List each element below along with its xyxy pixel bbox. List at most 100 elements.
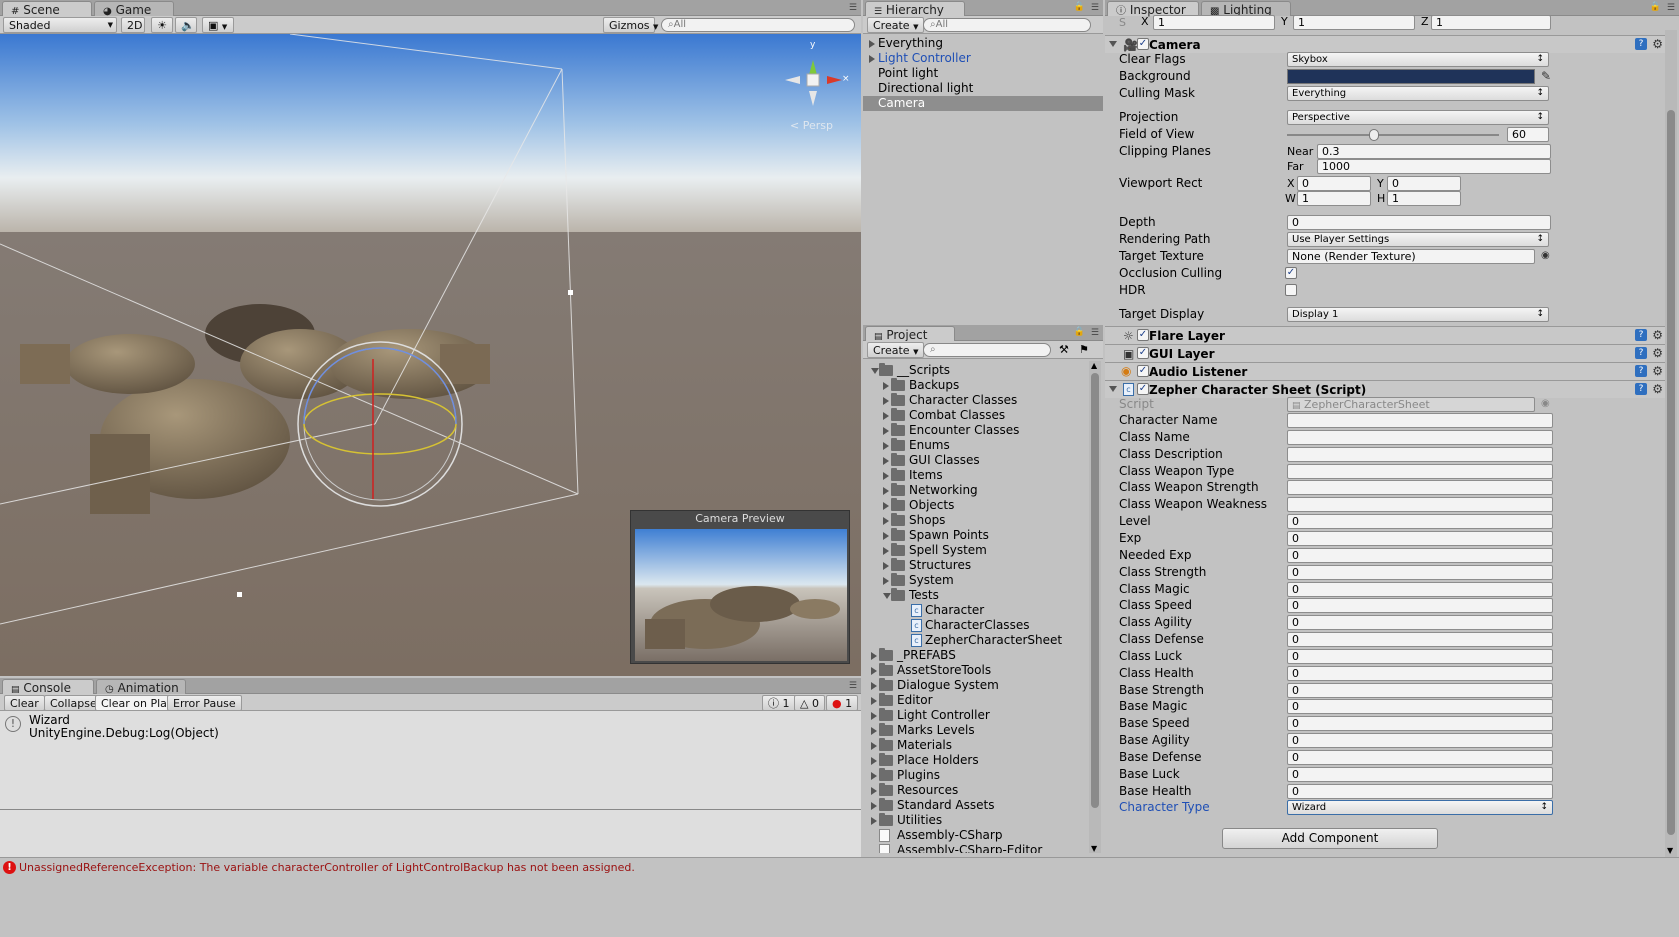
effects-image-icon[interactable]: ▣ ▼ bbox=[202, 17, 234, 33]
rendering-path-dropdown[interactable]: Use Player Settings bbox=[1287, 232, 1549, 247]
culling-mask-dropdown[interactable]: Everything bbox=[1287, 86, 1549, 101]
tab-project[interactable]: ▤ Project bbox=[865, 326, 955, 342]
project-item[interactable]: AssetStoreTools bbox=[863, 663, 1089, 678]
project-item[interactable]: Standard Assets bbox=[863, 798, 1089, 813]
project-item[interactable]: Spawn Points bbox=[863, 528, 1089, 543]
scroll-thumb[interactable] bbox=[1091, 373, 1099, 808]
viewport-w-field[interactable]: 1 bbox=[1297, 191, 1371, 206]
project-item[interactable]: GUI Classes bbox=[863, 453, 1089, 468]
script-field-input[interactable] bbox=[1287, 446, 1553, 462]
near-field[interactable]: 0.3 bbox=[1317, 144, 1551, 159]
character-type-dropdown[interactable]: Wizard bbox=[1287, 800, 1553, 815]
project-item[interactable]: Items bbox=[863, 468, 1089, 483]
fov-slider-handle[interactable] bbox=[1368, 129, 1379, 141]
target-display-dropdown[interactable]: Display 1 bbox=[1287, 307, 1549, 322]
lighting-toggle-icon[interactable]: ☀ bbox=[151, 17, 173, 33]
expand-arrow-icon[interactable] bbox=[871, 697, 877, 705]
tab-scene[interactable]: # Scene bbox=[2, 1, 92, 17]
depth-field[interactable]: 0 bbox=[1287, 215, 1551, 230]
expand-arrow-icon[interactable] bbox=[883, 532, 889, 540]
project-item[interactable]: Enums bbox=[863, 438, 1089, 453]
hierarchy-item[interactable]: Point light bbox=[863, 66, 1103, 81]
add-component-button[interactable]: Add Component bbox=[1222, 828, 1438, 849]
expand-arrow-icon[interactable] bbox=[871, 712, 877, 720]
expand-arrow-icon[interactable] bbox=[883, 502, 889, 510]
project-item[interactable]: System bbox=[863, 573, 1089, 588]
expand-arrow-icon[interactable] bbox=[883, 562, 889, 570]
tab-hierarchy[interactable]: ☰ Hierarchy bbox=[865, 1, 965, 17]
project-item[interactable]: Resources bbox=[863, 783, 1089, 798]
script-field-input[interactable]: 0 bbox=[1287, 598, 1553, 614]
scroll-down-icon[interactable]: ▼ bbox=[1667, 846, 1673, 855]
expand-arrow-icon[interactable] bbox=[871, 682, 877, 690]
project-item[interactable]: Objects bbox=[863, 498, 1089, 513]
project-search-input[interactable]: ⌕ bbox=[923, 343, 1051, 357]
flare-layer-header[interactable]: ☼ ✓ Flare Layer ? ⚙ bbox=[1105, 326, 1665, 344]
project-create-dropdown[interactable]: Create ▼ bbox=[867, 342, 925, 358]
project-item[interactable]: Dialogue System bbox=[863, 678, 1089, 693]
expand-arrow-icon[interactable] bbox=[883, 593, 891, 599]
tab-game[interactable]: ◕ Game bbox=[94, 1, 174, 17]
expand-arrow-icon[interactable] bbox=[869, 40, 875, 48]
audio-listener-header[interactable]: ◉ ✓ Audio Listener ? ⚙ bbox=[1105, 362, 1665, 380]
persp-label[interactable]: < Persp bbox=[790, 119, 833, 132]
flare-layer-checkbox[interactable]: ✓ bbox=[1137, 329, 1149, 341]
project-item[interactable]: Assembly-CSharp-Editor bbox=[863, 843, 1089, 853]
project-item[interactable]: Light Controller bbox=[863, 708, 1089, 723]
background-color-swatch[interactable] bbox=[1287, 69, 1535, 84]
error-pause-button[interactable]: Error Pause bbox=[167, 695, 242, 711]
project-item[interactable]: Structures bbox=[863, 558, 1089, 573]
lock-icon[interactable]: 🔒 bbox=[1650, 2, 1661, 12]
script-field-input[interactable]: 0 bbox=[1287, 530, 1553, 546]
shading-dropdown[interactable]: Shaded ▼ bbox=[3, 17, 117, 33]
scroll-up-icon[interactable]: ▲ bbox=[1091, 361, 1097, 370]
project-item[interactable]: Marks Levels bbox=[863, 723, 1089, 738]
project-scrollbar[interactable]: ▲ ▼ bbox=[1089, 361, 1101, 853]
project-item[interactable]: Character Classes bbox=[863, 393, 1089, 408]
hierarchy-item[interactable]: Directional light bbox=[863, 81, 1103, 96]
gear-icon[interactable]: ⚙ bbox=[1652, 365, 1663, 377]
script-field-input[interactable]: 0 bbox=[1287, 547, 1553, 563]
script-field-input[interactable]: 0 bbox=[1287, 682, 1553, 698]
expand-arrow-icon[interactable] bbox=[883, 442, 889, 450]
panel-menu-icon[interactable]: ☰ bbox=[1091, 3, 1099, 13]
far-field[interactable]: 1000 bbox=[1317, 159, 1551, 174]
project-item[interactable]: Tests bbox=[863, 588, 1089, 603]
tab-console[interactable]: ▤ Console bbox=[2, 679, 94, 695]
camera-enabled-checkbox[interactable]: ✓ bbox=[1137, 38, 1149, 50]
foldout-icon[interactable] bbox=[1109, 386, 1117, 392]
script-field-input[interactable] bbox=[1287, 480, 1553, 496]
hierarchy-item[interactable]: Camera bbox=[863, 96, 1103, 111]
panel-menu-icon[interactable]: ☰ bbox=[849, 681, 857, 691]
project-item[interactable]: c ZepherCharacterSheet bbox=[863, 633, 1089, 648]
panel-menu-icon[interactable]: ☰ bbox=[1091, 328, 1099, 338]
project-item[interactable]: Spell System bbox=[863, 543, 1089, 558]
camera-component-header[interactable]: 🎥 ✓ Camera ? ⚙ bbox=[1105, 35, 1665, 53]
tab-lighting[interactable]: ▩ Lighting bbox=[1201, 1, 1291, 17]
viewport-x-field[interactable]: 0 bbox=[1297, 176, 1371, 191]
object-picker-icon[interactable]: ◉ bbox=[1541, 250, 1550, 262]
projection-dropdown[interactable]: Perspective bbox=[1287, 110, 1549, 125]
project-item[interactable]: Networking bbox=[863, 483, 1089, 498]
hierarchy-search-input[interactable]: ⌕All bbox=[923, 18, 1091, 32]
filter-label-icon[interactable]: ⚑ bbox=[1079, 343, 1089, 356]
expand-arrow-icon[interactable] bbox=[871, 742, 877, 750]
clear-flags-dropdown[interactable]: Skybox bbox=[1287, 52, 1549, 67]
expand-arrow-icon[interactable] bbox=[883, 577, 889, 585]
expand-arrow-icon[interactable] bbox=[883, 382, 889, 390]
project-item[interactable]: c CharacterClasses bbox=[863, 618, 1089, 633]
tab-animation[interactable]: ◷ Animation bbox=[96, 679, 186, 695]
script-field-input[interactable]: 0 bbox=[1287, 648, 1553, 664]
gear-icon[interactable]: ⚙ bbox=[1652, 329, 1663, 341]
audio-listener-checkbox[interactable]: ✓ bbox=[1137, 365, 1149, 377]
target-texture-field[interactable]: None (Render Texture) bbox=[1287, 249, 1535, 264]
2d-toggle-button[interactable]: 2D bbox=[121, 17, 145, 33]
expand-arrow-icon[interactable] bbox=[883, 472, 889, 480]
scale-y-field[interactable]: 1 bbox=[1293, 15, 1415, 30]
project-item[interactable]: Utilities bbox=[863, 813, 1089, 828]
gui-layer-checkbox[interactable]: ✓ bbox=[1137, 347, 1149, 359]
help-icon[interactable]: ? bbox=[1635, 365, 1647, 377]
help-icon[interactable]: ? bbox=[1635, 383, 1647, 395]
hierarchy-item[interactable]: Light Controller bbox=[863, 51, 1103, 66]
expand-arrow-icon[interactable] bbox=[871, 368, 879, 374]
